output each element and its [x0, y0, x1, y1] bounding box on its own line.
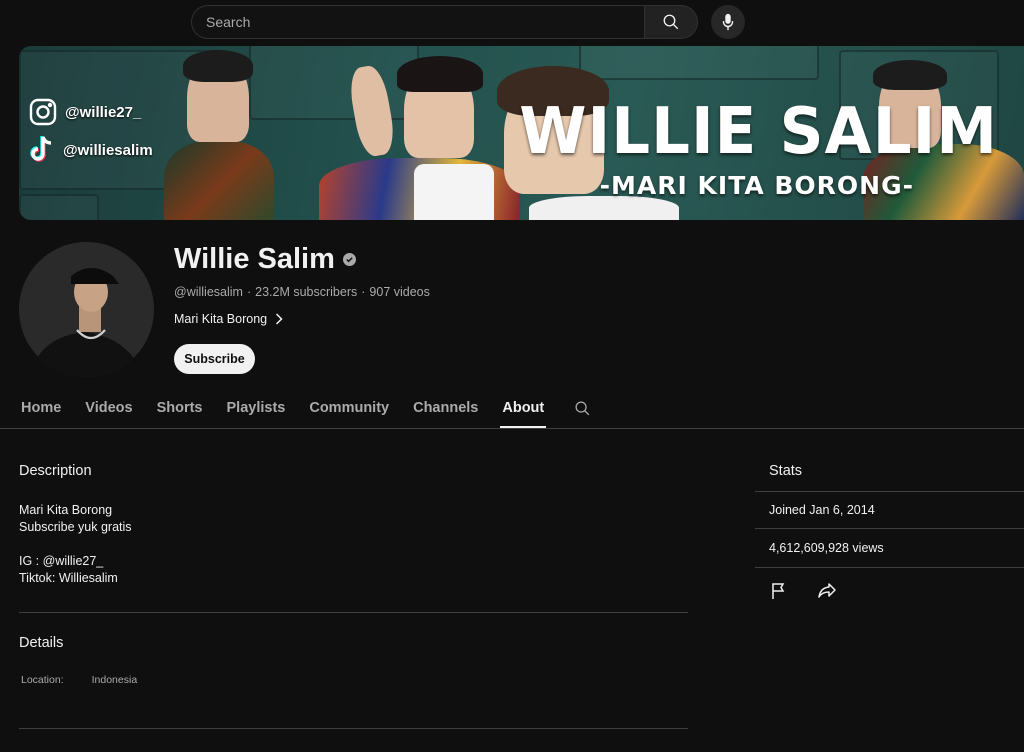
subscriber-count: 23.2M subscribers [255, 285, 358, 299]
channel-avatar[interactable] [19, 242, 154, 377]
joined-date: Joined Jan 6, 2014 [769, 503, 875, 517]
instagram-handle: @willie27_ [65, 103, 142, 121]
banner-person-1 [164, 141, 274, 220]
subscribe-button[interactable]: Subscribe [174, 344, 255, 374]
description-line: Tiktok: Williesalim [19, 571, 118, 585]
channel-banner: @willie27_ @williesalim WILLIE SALIM -MA… [19, 46, 1024, 220]
details-heading: Details [19, 635, 64, 651]
tiktok-icon [30, 136, 52, 162]
search-input[interactable] [191, 5, 644, 39]
channel-tabs: Home Videos Shorts Playlists Community C… [19, 390, 592, 428]
banner-subtitle: -MARI KITA BORONG- [599, 171, 914, 200]
channel-handle: @williesalim [174, 285, 243, 299]
tabs-divider [0, 428, 1024, 429]
flag-icon [772, 583, 785, 599]
video-count: 907 videos [369, 285, 430, 299]
tab-community[interactable]: Community [307, 390, 391, 428]
tab-channels[interactable]: Channels [411, 390, 480, 428]
banner-title: WILLIE SALIM [519, 94, 998, 169]
channel-name-text: Willie Salim [174, 243, 335, 275]
search-icon [663, 14, 679, 30]
description-text: Mari Kita Borong Subscribe yuk gratis IG… [19, 502, 132, 587]
stats-divider [755, 567, 1024, 568]
banner-instagram: @willie27_ [29, 98, 141, 126]
location-value: Indonesia [91, 674, 138, 686]
channel-tagline: Mari Kita Borong [174, 312, 268, 326]
description-line: Mari Kita Borong [19, 503, 113, 517]
total-views: 4,612,609,928 views [769, 541, 884, 555]
report-button[interactable] [771, 582, 789, 600]
stats-heading: Stats [769, 463, 803, 479]
tab-home[interactable]: Home [19, 390, 63, 428]
share-button[interactable] [817, 582, 837, 600]
description-line [19, 536, 132, 553]
meta-separator: · [246, 285, 252, 299]
share-icon [818, 583, 836, 598]
location-label: Location: [21, 674, 64, 686]
microphone-icon [722, 13, 734, 31]
channel-name: Willie Salim [174, 243, 356, 276]
description-heading: Description [19, 463, 92, 479]
avatar-image [19, 242, 154, 377]
search-bar [191, 5, 698, 39]
section-divider [19, 728, 688, 729]
verified-check-icon [342, 253, 356, 266]
tab-videos[interactable]: Videos [83, 390, 134, 428]
description-line: Subscribe yuk gratis [19, 520, 132, 534]
stats-divider [755, 528, 1024, 529]
banner-tiktok: @williesalim [29, 135, 153, 165]
tab-playlists[interactable]: Playlists [225, 390, 288, 428]
tab-about[interactable]: About [500, 390, 547, 428]
search-icon [575, 401, 590, 416]
voice-search-button[interactable] [711, 5, 745, 39]
chevron-right-icon [276, 313, 283, 325]
instagram-icon [29, 98, 57, 126]
channel-tagline-link[interactable]: Mari Kita Borong [174, 312, 283, 326]
location-row: Location: Indonesia [21, 674, 137, 686]
channel-meta: @williesalim · 23.2M subscribers · 907 v… [174, 285, 430, 299]
meta-separator: · [361, 285, 366, 299]
stats-divider [755, 491, 1024, 492]
description-line: IG : @willie27_ [19, 554, 104, 568]
search-button[interactable] [644, 5, 698, 39]
tab-shorts[interactable]: Shorts [155, 390, 205, 428]
channel-search-button[interactable] [574, 390, 592, 428]
section-divider [19, 612, 688, 613]
tiktok-handle: @williesalim [63, 141, 153, 159]
